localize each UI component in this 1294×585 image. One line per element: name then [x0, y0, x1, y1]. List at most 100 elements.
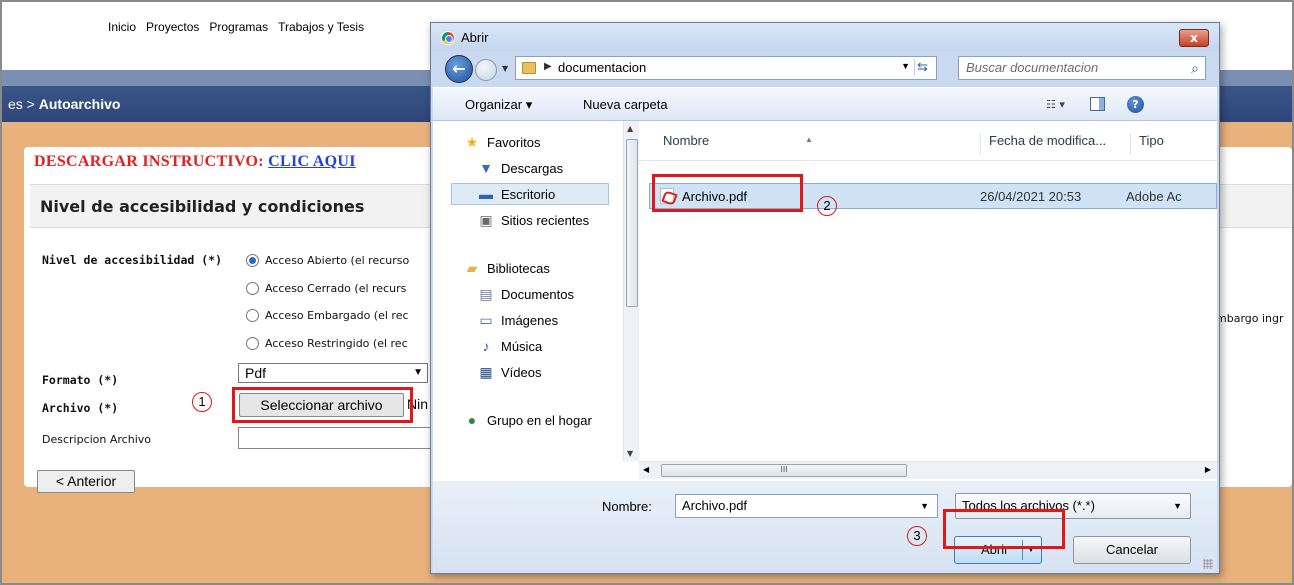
radio-label: Acceso Cerrado (el recurs — [265, 282, 407, 295]
annotation-number-2: 2 — [817, 196, 837, 216]
column-nombre[interactable]: Nombre ▲ — [655, 133, 981, 155]
annotation-number-3: 3 — [907, 526, 927, 546]
column-headers: Nombre ▲ Fecha de modifica... Tipo — [639, 121, 1217, 161]
access-level-label: Nivel de accesibilidad (*) — [42, 253, 223, 267]
description-input[interactable] — [238, 427, 438, 449]
radio-acceso-abierto[interactable]: Acceso Abierto (el recurso — [246, 254, 409, 267]
chevron-down-icon[interactable]: ▼ — [1173, 494, 1182, 518]
chevron-down-icon[interactable]: ▼ — [920, 495, 929, 517]
radio-label: Acceso Abierto (el recurso — [265, 254, 410, 267]
address-bar[interactable]: ▶ documentacion ▼ ⇆ — [515, 56, 937, 80]
nav-link-programas[interactable]: Programas — [209, 20, 268, 34]
horizontal-scrollbar[interactable]: ◀ III ▶ — [639, 461, 1217, 479]
nav-label: Vídeos — [501, 364, 542, 380]
forward-arrow-icon[interactable] — [475, 59, 497, 81]
images-icon: ▭ — [479, 312, 493, 328]
radio-acceso-restringido[interactable]: Acceso Restringido (el rec — [246, 337, 408, 350]
column-fecha[interactable]: Fecha de modifica... — [981, 133, 1131, 155]
scroll-thumb[interactable]: III — [661, 464, 907, 477]
search-placeholder: Buscar documentacion — [966, 60, 1099, 75]
address-path[interactable]: documentacion — [558, 60, 646, 75]
nav-label: Favoritos — [487, 134, 541, 150]
previous-button[interactable]: < Anterior — [37, 470, 135, 493]
scroll-thumb[interactable] — [626, 139, 638, 307]
breadcrumb-arrow-icon[interactable]: ▶ — [544, 61, 552, 72]
radio-acceso-embargado[interactable]: Acceso Embargado (el rec — [246, 309, 409, 322]
filename-value: Archivo.pdf — [682, 498, 748, 513]
nav-link-trabajos[interactable]: Trabajos y Tesis — [278, 20, 364, 34]
nav-item-descargas[interactable]: ▼ Descargas — [477, 157, 563, 179]
radio-dot[interactable] — [246, 337, 259, 350]
filename-label: Nombre: — [602, 499, 652, 514]
instructivo-banner: DESCARGAR INSTRUCTIVO: CLIC AQUI — [34, 153, 356, 171]
nav-item-favoritos[interactable]: ★ Favoritos — [463, 131, 541, 153]
music-icon: ♪ — [482, 338, 490, 354]
scroll-right-icon[interactable]: ▶ — [1205, 465, 1211, 474]
format-select[interactable]: Pdf ▼ — [238, 363, 428, 383]
refresh-icon[interactable]: ⇆ — [914, 59, 932, 75]
documents-icon: ▤ — [479, 286, 493, 302]
search-icon[interactable]: ⌕ — [1191, 57, 1199, 79]
dialog-titlebar: Abrir x — [431, 23, 1219, 51]
annotation-box-3 — [943, 509, 1065, 549]
column-label: Tipo — [1139, 133, 1164, 148]
file-type: Adobe Ac — [1126, 189, 1182, 204]
preview-pane-icon[interactable] — [1090, 97, 1105, 111]
navigation-pane: ★ Favoritos ▼ Descargas ▬ Escritorio ▣ Sitio… — [433, 121, 639, 461]
radio-label: Acceso Embargado (el rec — [265, 309, 409, 322]
format-value: Pdf — [245, 365, 267, 381]
nav-scrollbar[interactable]: ▲ ▼ — [623, 121, 639, 461]
nav-item-documentos[interactable]: ▤ Documentos — [477, 283, 574, 305]
scroll-down-icon[interactable]: ▼ — [627, 449, 633, 458]
screenshot-frame: Inicio Proyectos Programas Trabajos y Te… — [0, 0, 1294, 585]
address-row: ← ▼ ▶ documentacion ▼ ⇆ Buscar documenta… — [431, 51, 1219, 83]
nav-item-escritorio[interactable]: ▬ Escritorio — [451, 183, 609, 205]
cancel-button[interactable]: Cancelar — [1073, 536, 1191, 564]
recent-places-icon: ▣ — [479, 212, 493, 228]
column-tipo[interactable]: Tipo — [1131, 133, 1217, 155]
section-title: Nivel de accesibilidad y condiciones — [40, 197, 365, 216]
filename-input[interactable]: Archivo.pdf ▼ — [675, 494, 938, 518]
libraries-icon: ▰ — [466, 260, 478, 276]
help-icon[interactable]: ? — [1127, 96, 1144, 113]
nav-label: Imágenes — [501, 312, 559, 328]
nav-link-proyectos[interactable]: Proyectos — [146, 20, 199, 34]
new-folder-button[interactable]: Nueva carpeta — [583, 97, 668, 112]
nav-label: Sitios recientes — [501, 212, 590, 228]
annotation-number-1: 1 — [192, 392, 212, 412]
nav-item-bibliotecas[interactable]: ▰ Bibliotecas — [463, 257, 550, 279]
scroll-left-icon[interactable]: ◀ — [643, 465, 649, 474]
nav-item-grupo-hogar[interactable]: ● Grupo en el hogar — [463, 409, 592, 431]
desktop-icon: ▬ — [479, 186, 493, 202]
view-options-icon[interactable]: ☷ ▾ — [1046, 98, 1065, 111]
dialog-toolbar: Organizar ▾ Nueva carpeta ☷ ▾ ? — [433, 87, 1217, 121]
radio-dot-selected[interactable] — [246, 254, 259, 267]
nav-label: Documentos — [501, 286, 574, 302]
nav-item-sitios-recientes[interactable]: ▣ Sitios recientes — [477, 209, 589, 231]
nav-link-inicio[interactable]: Inicio — [108, 20, 136, 34]
description-label: Descripcion Archivo — [42, 433, 152, 446]
scroll-up-icon[interactable]: ▲ — [627, 124, 633, 133]
nav-label: Bibliotecas — [487, 260, 550, 276]
radio-dot[interactable] — [246, 309, 259, 322]
chevron-down-icon: ▼ — [413, 367, 423, 378]
nav-item-videos[interactable]: ▦ Vídeos — [477, 361, 541, 383]
radio-acceso-cerrado[interactable]: Acceso Cerrado (el recurs — [246, 282, 406, 295]
radio-dot[interactable] — [246, 282, 259, 295]
dialog-title: Abrir — [461, 30, 489, 45]
organize-menu[interactable]: Organizar ▾ — [465, 97, 532, 113]
breadcrumb-current: Autoarchivo — [38, 96, 121, 112]
embargo-text: mbargo ingr — [1216, 312, 1284, 325]
close-button[interactable]: x — [1179, 29, 1209, 47]
back-arrow-icon[interactable]: ← — [445, 55, 473, 83]
search-input[interactable]: Buscar documentacion ⌕ — [958, 56, 1206, 80]
recent-locations-icon[interactable]: ▼ — [502, 64, 508, 73]
chevron-down-icon[interactable]: ▼ — [901, 61, 910, 71]
format-label: Formato (*) — [42, 373, 119, 387]
nav-item-imagenes[interactable]: ▭ Imágenes — [477, 309, 558, 331]
breadcrumb: es > Autoarchivo — [8, 96, 120, 112]
file-list: Nombre ▲ Fecha de modifica... Tipo Archiv… — [639, 121, 1217, 461]
nav-item-musica[interactable]: ♪ Música — [477, 335, 543, 357]
instructivo-link[interactable]: CLIC AQUI — [268, 153, 356, 170]
resize-grip-icon[interactable] — [1203, 559, 1213, 569]
